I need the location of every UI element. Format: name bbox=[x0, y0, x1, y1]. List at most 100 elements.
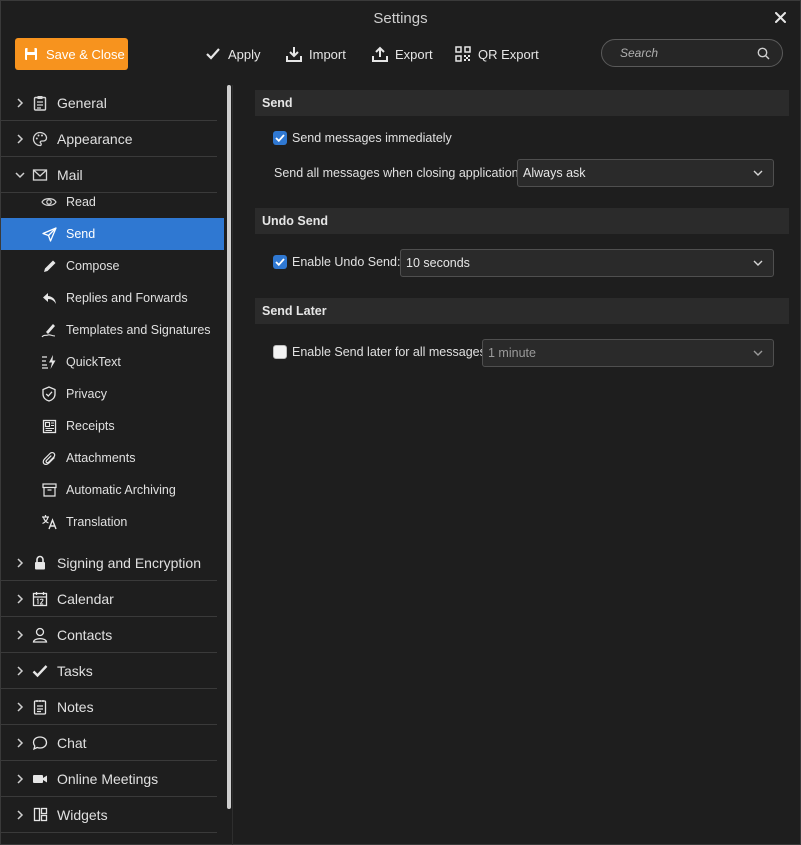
send-immediately-label: Send messages immediately bbox=[292, 131, 452, 145]
chevron-right-icon[interactable] bbox=[11, 773, 29, 784]
checkmark-icon bbox=[275, 258, 285, 266]
send-immediately-checkbox[interactable] bbox=[273, 131, 287, 145]
chevron-right-icon[interactable] bbox=[11, 133, 29, 144]
sidebar-item-label: Compose bbox=[66, 259, 120, 273]
chevron-right-icon[interactable] bbox=[11, 593, 29, 604]
sidebar-item-label: Attachments bbox=[66, 451, 136, 465]
section-header-undo-send: Undo Send bbox=[255, 208, 789, 234]
section-title: Undo Send bbox=[262, 214, 328, 228]
chevron-right-icon[interactable] bbox=[11, 97, 29, 108]
sidebar-category-widgets[interactable]: Widgets bbox=[1, 797, 217, 833]
closing-send-label: Send all messages when closing applicati… bbox=[274, 166, 523, 180]
section-title: Send bbox=[262, 96, 293, 110]
paperclip-icon bbox=[40, 449, 58, 467]
sidebar-item-attachments[interactable]: Attachments bbox=[1, 442, 224, 474]
pencil-icon bbox=[40, 257, 58, 275]
widgets-grid-icon bbox=[31, 806, 49, 824]
sidebar-item-label: Templates and Signatures bbox=[66, 323, 211, 337]
person-icon bbox=[31, 626, 49, 644]
chevron-down-icon bbox=[753, 170, 763, 176]
sidebar-item-label: Automatic Archiving bbox=[66, 483, 176, 497]
save-close-button[interactable]: Save & Close bbox=[15, 38, 128, 70]
sidebar-item-label: Privacy bbox=[66, 387, 107, 401]
sidebar-category-label: Online Meetings bbox=[57, 770, 159, 787]
sidebar-item-compose[interactable]: Compose bbox=[1, 250, 224, 282]
sidebar-category-online-meetings[interactable]: Online Meetings bbox=[1, 761, 217, 797]
sidebar-item-label: Translation bbox=[66, 515, 128, 529]
sidebar-category-signing-encryption[interactable]: Signing and Encryption bbox=[1, 545, 217, 581]
send-later-checkbox[interactable] bbox=[273, 345, 287, 359]
shield-check-icon bbox=[40, 385, 58, 403]
sidebar-item-label: Send bbox=[66, 227, 96, 241]
window-title: Settings bbox=[373, 9, 428, 27]
sidebar-category-label: Chat bbox=[57, 734, 87, 751]
undo-send-row: Enable Undo Send: bbox=[273, 255, 400, 269]
send-later-row: Enable Send later for all messages: bbox=[273, 345, 489, 359]
send-immediately-row: Send messages immediately bbox=[273, 131, 452, 145]
closing-send-select[interactable]: Always ask bbox=[517, 159, 774, 187]
checkmark-icon bbox=[275, 134, 285, 142]
sidebar-category-label: Appearance bbox=[57, 130, 133, 147]
close-button[interactable] bbox=[770, 7, 790, 27]
undo-send-delay-select[interactable]: 10 seconds bbox=[400, 249, 774, 277]
section-title: Send Later bbox=[262, 304, 327, 318]
sidebar-category-notes[interactable]: Notes bbox=[1, 689, 217, 725]
palette-icon bbox=[31, 130, 49, 148]
import-button[interactable]: Import bbox=[286, 43, 346, 65]
save-icon bbox=[25, 48, 37, 60]
search-box[interactable] bbox=[601, 39, 783, 67]
sidebar-scrollbar[interactable] bbox=[227, 85, 231, 809]
undo-send-checkbox[interactable] bbox=[273, 255, 287, 269]
sidebar-item-templates-signatures[interactable]: Templates and Signatures bbox=[1, 314, 224, 346]
chevron-right-icon[interactable] bbox=[11, 737, 29, 748]
sidebar-item-receipts[interactable]: Receipts bbox=[1, 410, 224, 442]
sidebar-item-replies-forwards[interactable]: Replies and Forwards bbox=[1, 282, 224, 314]
sidebar-category-contacts[interactable]: Contacts bbox=[1, 617, 217, 653]
sidebar-category-label: Tasks bbox=[57, 662, 93, 679]
chevron-right-icon[interactable] bbox=[11, 665, 29, 676]
sidebar-item-send[interactable]: Send bbox=[1, 218, 224, 250]
qr-export-button[interactable]: QR Export bbox=[455, 43, 539, 65]
export-label: Export bbox=[395, 46, 433, 62]
search-icon[interactable] bbox=[757, 47, 770, 60]
search-input[interactable] bbox=[620, 46, 757, 60]
sidebar-category-chat[interactable]: Chat bbox=[1, 725, 217, 761]
settings-window: Settings Save & Close Apply Import Expor… bbox=[0, 0, 801, 845]
sidebar-item-translation[interactable]: Translation bbox=[1, 506, 224, 538]
sidebar-category-appearance[interactable]: Appearance bbox=[1, 121, 217, 157]
section-header-send: Send bbox=[255, 90, 789, 116]
pane-divider bbox=[232, 85, 233, 845]
receipt-icon bbox=[40, 417, 58, 435]
video-camera-icon bbox=[31, 770, 49, 788]
reply-arrow-icon bbox=[40, 289, 58, 307]
chevron-right-icon[interactable] bbox=[11, 701, 29, 712]
sidebar-category-general[interactable]: General bbox=[1, 85, 217, 121]
save-close-label: Save & Close bbox=[46, 46, 125, 62]
sidebar-category-calendar[interactable]: Calendar bbox=[1, 581, 217, 617]
paper-plane-icon bbox=[40, 225, 58, 243]
calendar-icon bbox=[31, 590, 49, 608]
archive-box-icon bbox=[40, 481, 58, 499]
title-bar: Settings bbox=[1, 1, 800, 35]
sidebar-category-label: Mail bbox=[57, 166, 83, 183]
chevron-right-icon[interactable] bbox=[11, 809, 29, 820]
chevron-right-icon[interactable] bbox=[11, 629, 29, 640]
qr-export-label: QR Export bbox=[478, 46, 539, 62]
send-later-delay-value: 1 minute bbox=[488, 346, 536, 360]
sidebar-item-automatic-archiving[interactable]: Automatic Archiving bbox=[1, 474, 224, 506]
export-button[interactable]: Export bbox=[372, 43, 433, 65]
sidebar-item-label: Replies and Forwards bbox=[66, 291, 188, 305]
qr-code-icon bbox=[455, 46, 471, 62]
send-later-delay-select[interactable]: 1 minute bbox=[482, 339, 774, 367]
sidebar-item-read[interactable]: Read bbox=[1, 186, 224, 218]
apply-button[interactable]: Apply bbox=[205, 43, 261, 65]
sidebar-item-privacy[interactable]: Privacy bbox=[1, 378, 224, 410]
sidebar-category-tasks[interactable]: Tasks bbox=[1, 653, 217, 689]
quicktext-bolt-icon bbox=[40, 353, 58, 371]
settings-content: Send Send messages immediately Send all … bbox=[255, 85, 790, 845]
sidebar-category-label: Contacts bbox=[57, 626, 113, 643]
sidebar-category-label: Signing and Encryption bbox=[57, 554, 201, 571]
chevron-right-icon[interactable] bbox=[11, 557, 29, 568]
sidebar-item-quicktext[interactable]: QuickText bbox=[1, 346, 224, 378]
chevron-down-icon[interactable] bbox=[11, 171, 29, 179]
